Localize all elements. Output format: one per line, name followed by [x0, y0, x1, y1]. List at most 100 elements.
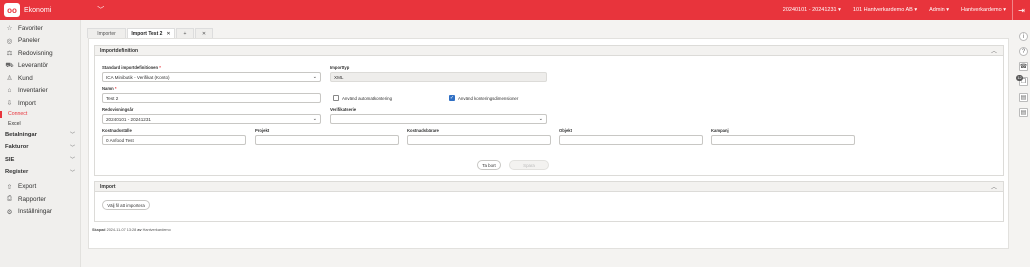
report-icon[interactable]: ▤ [1019, 108, 1028, 117]
gear-icon: ⚙ [6, 208, 13, 216]
sidebar-item-label: Inställningar [18, 208, 52, 216]
checkmark-icon[interactable]: ✓ [449, 95, 455, 101]
info-icon[interactable]: i [1019, 32, 1028, 41]
help-icon[interactable]: ? [1019, 47, 1028, 56]
main-panel: Importdefinition ︿ Standard importdefinit… [88, 38, 1009, 249]
dim-field-objekt[interactable] [559, 135, 703, 145]
sidebar-subitem-connect[interactable]: Connect [0, 110, 80, 120]
tab-import-test-2[interactable]: Import Test 2 ✕ [127, 28, 175, 38]
choose-file-button[interactable]: Välj fil att importera [102, 200, 150, 210]
person-icon: ♙ [6, 75, 13, 83]
sidebar-item-rapporter[interactable]: ⎙ Rapporter [0, 193, 80, 206]
chevron-down-icon: ﹀ [69, 144, 75, 151]
created-label: Skapad [92, 228, 106, 232]
sidebar-item-kund[interactable]: ♙ Kund [0, 72, 80, 85]
sidebar-group-fakturor[interactable]: Fakturor ﹀ [0, 141, 80, 154]
academy-icon[interactable]: ☎ [1019, 62, 1028, 71]
import-header[interactable]: Import ︿ [95, 182, 1003, 192]
sidebar: ☆ Favoriter ◎ Paneler ⚖ Redovisning ⛟ Levera… [0, 20, 81, 267]
sidebar-item-label: Paneler [18, 37, 40, 45]
dim-field-kostnadsstalle[interactable]: 0 Anfood Test [102, 135, 246, 145]
dim-field-kampanj[interactable] [711, 135, 855, 145]
kontering-dimensions-checkbox[interactable]: ✓ Använd konteringsdimensioner [449, 95, 518, 101]
top-bar: oo Ekonomi ﹀ 20240101 - 20241231 ▾ 101 H… [0, 0, 1030, 20]
sidebar-item-export[interactable]: ⇧ Export [0, 181, 80, 194]
role-selector[interactable]: Admin ▾ [923, 0, 955, 20]
chevron-up-icon[interactable]: ︿ [991, 182, 997, 191]
sidebar-group-label: SIE [5, 156, 15, 163]
app-logo[interactable]: oo [4, 3, 20, 17]
sidebar-item-label: Import [18, 99, 36, 107]
fiscal-year-select[interactable]: 20240101 - 20241231 ⌄ [102, 114, 321, 124]
sidebar-group-betalningar[interactable]: Betalningar ﹀ [0, 129, 80, 142]
sidebar-item-installningar[interactable]: ⚙ Inställningar [0, 206, 80, 219]
dashboard-icon: ◎ [6, 37, 13, 45]
chevron-down-icon: ⌄ [312, 74, 317, 80]
sidebar-group-label: Register [5, 169, 29, 176]
tab-add[interactable]: + [176, 28, 194, 38]
caret-down-icon: ▾ [914, 7, 918, 13]
dim-label-objekt: Objekt [559, 128, 573, 133]
remove-button[interactable]: Ta bort [477, 160, 501, 170]
sidebar-group-sie[interactable]: SIE ﹀ [0, 154, 80, 167]
star-icon: ☆ [6, 25, 13, 33]
tab-bar: Importer Import Test 2 ✕ + ✕ [87, 28, 214, 38]
building-icon: ⌂ [7, 87, 12, 95]
sidebar-item-paneler[interactable]: ◎ Paneler [0, 35, 80, 48]
created-info: Skapad 2024-11-07 13:28 av Hantverkardem… [92, 228, 171, 232]
sidebar-group-register[interactable]: Register ﹀ [0, 166, 80, 179]
section-title: Import [100, 183, 116, 190]
dim-field-kostnadsbarare[interactable] [407, 135, 551, 145]
import-type-label: Importtyp [330, 65, 350, 70]
voucher-series-select[interactable]: ⌄ [330, 114, 547, 124]
sidebar-item-redovisning[interactable]: ⚖ Redovisning [0, 47, 80, 60]
sidebar-subitem-excel[interactable]: Excel [0, 119, 80, 129]
company-selector[interactable]: 101 Hantverkardemo AB ▾ [847, 0, 923, 20]
chevron-down-icon: ﹀ [69, 157, 75, 164]
period-selector[interactable]: 20240101 - 20241231 ▾ [777, 0, 847, 20]
import-type-field: XML [330, 72, 547, 82]
std-definition-select[interactable]: ICA Minibutik - Verifikat (Konto) ⌄ [102, 72, 321, 82]
role-label: Admin [929, 7, 945, 13]
period-label: 20240101 - 20241231 [782, 7, 837, 13]
sidebar-group-label: Betalningar [5, 131, 37, 138]
select-value: ICA Minibutik - Verifikat (Konto) [106, 74, 170, 80]
app-name[interactable]: Ekonomi [24, 7, 51, 14]
sidebar-item-import[interactable]: ⇩ Import [0, 97, 80, 110]
document-icon[interactable]: ▤ [1019, 93, 1028, 102]
select-value: 20240101 - 20241231 [106, 116, 151, 122]
sidebar-item-favoriter[interactable]: ☆ Favoriter [0, 22, 80, 35]
dim-label-kostnadsstalle: Kostnadsställe [102, 128, 132, 133]
sidebar-group-label: Fakturor [5, 144, 29, 151]
truck-icon: ⛟ [5, 62, 14, 70]
chevron-up-icon[interactable]: ︿ [991, 46, 997, 55]
auto-kontering-checkbox[interactable]: Använd automatkontering [333, 95, 392, 101]
fiscal-year-label: Redovisningsår [102, 107, 134, 112]
save-button[interactable]: Spara [509, 160, 549, 170]
sidebar-item-label: Export [18, 183, 37, 191]
std-definition-label: Standard importdefinitionen * [102, 65, 161, 70]
close-icon[interactable]: ✕ [166, 31, 170, 37]
created-value: 2024-11-07 13:28 [106, 228, 137, 232]
importdefinition-header[interactable]: Importdefinition ︿ [95, 46, 1003, 56]
chevron-down-icon[interactable]: ﹀ [97, 5, 104, 15]
caret-down-icon: ▾ [1003, 7, 1006, 13]
name-label: Namn * [102, 86, 117, 91]
checkbox-box[interactable] [333, 95, 339, 101]
tab-label: Import Test 2 [131, 30, 163, 37]
scale-icon: ⚖ [6, 50, 13, 58]
voucher-series-label: Verifikatserie [330, 107, 357, 112]
user-menu[interactable]: Hantverkardemo ▾ [955, 0, 1012, 20]
chevron-down-icon: ﹀ [69, 132, 75, 139]
dim-label-projekt: Projekt [255, 128, 270, 133]
logout-icon[interactable]: ⇥ [1012, 0, 1030, 20]
caret-down-icon: ▾ [946, 7, 950, 13]
name-field[interactable]: Test 2 [102, 93, 321, 103]
dim-field-projekt[interactable] [255, 135, 399, 145]
tab-close-all[interactable]: ✕ [195, 28, 213, 38]
sidebar-item-label: Leverantör [18, 62, 49, 70]
sidebar-item-inventarier[interactable]: ⌂ Inventarier [0, 85, 80, 98]
tab-importer[interactable]: Importer [87, 28, 126, 38]
caret-down-icon: ▾ [838, 7, 841, 13]
sidebar-item-leverantor[interactable]: ⛟ Leverantör [0, 60, 80, 73]
